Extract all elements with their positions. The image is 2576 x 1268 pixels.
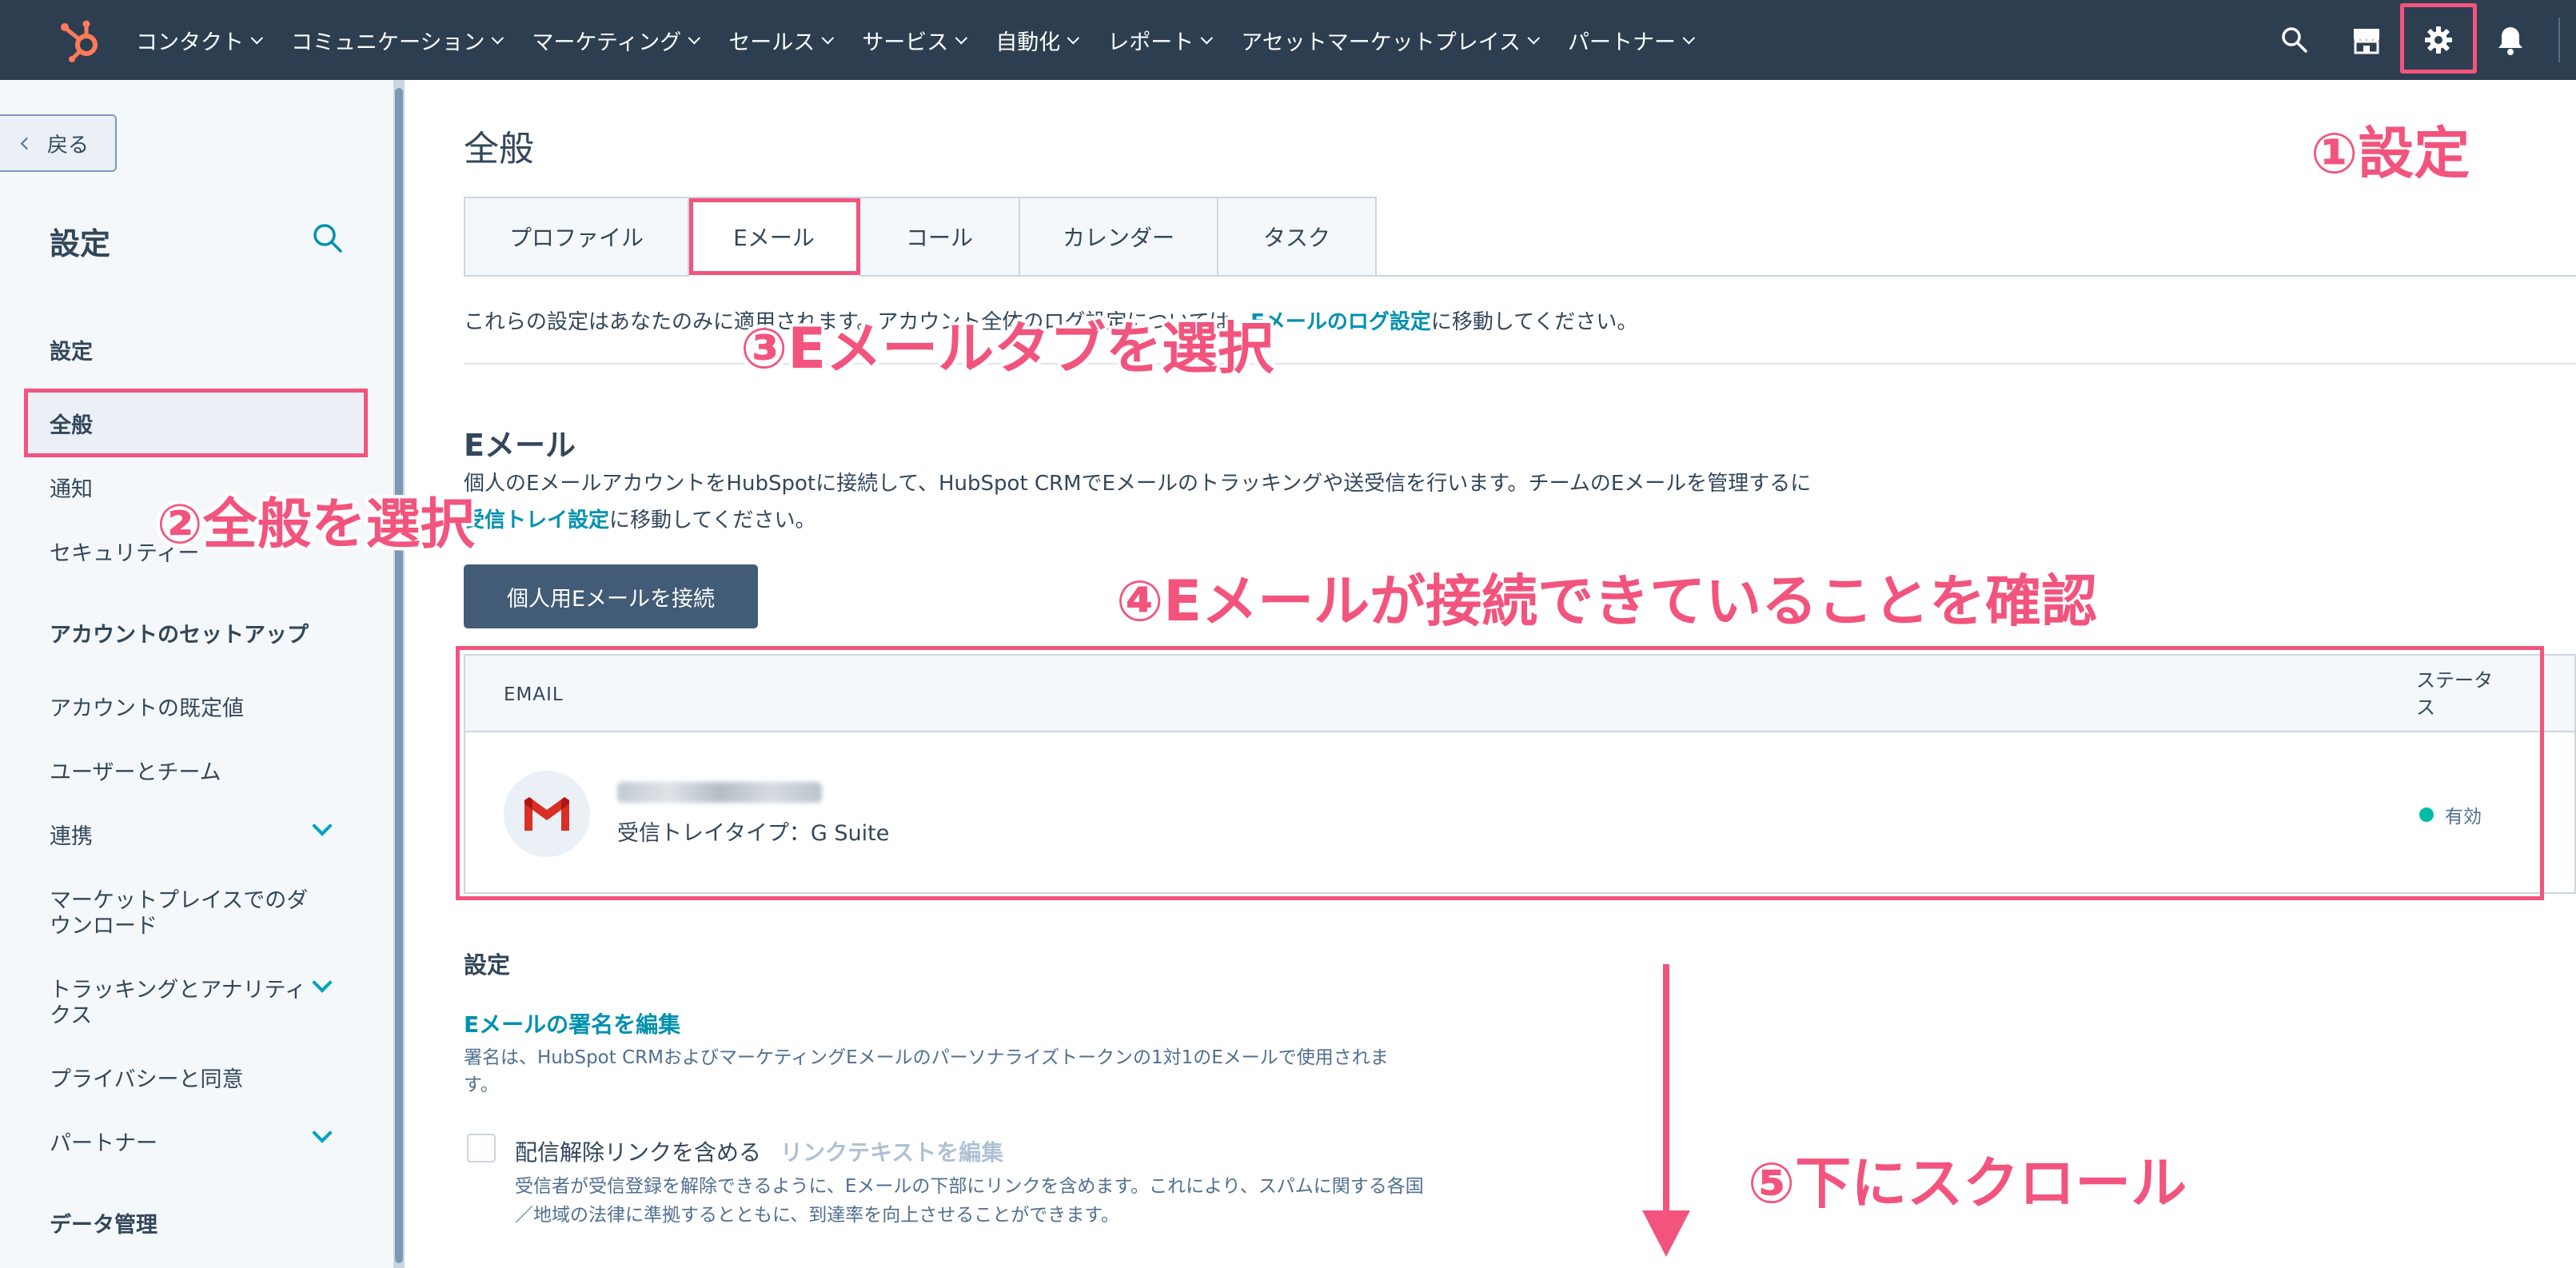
nav-item-marketing[interactable]: マーケティング — [532, 25, 701, 56]
annotation-step2: ②全般を選択 — [157, 493, 475, 556]
nav-item-contacts[interactable]: コンタクト — [136, 25, 264, 56]
nav-item-label: セールス — [728, 30, 815, 55]
tab-profile[interactable]: プロファイル — [464, 197, 689, 277]
nav-item-asset-marketplace[interactable]: アセットマーケットプレイス — [1241, 25, 1541, 56]
chevron-down-icon — [492, 31, 504, 44]
email-table-highlight — [456, 646, 2544, 900]
tab-email-highlight — [689, 198, 860, 275]
sidebar-item-users-teams[interactable]: ユーザーとチーム — [50, 755, 221, 786]
sidebar-item-privacy[interactable]: プライバシーと同意 — [50, 1062, 243, 1093]
search-icon[interactable] — [309, 219, 347, 257]
settings-tabs: プロファイル Eメール コール カレンダー タスク — [464, 197, 1377, 277]
edit-link-text-link[interactable]: リンクテキストを編集 — [780, 1135, 1003, 1167]
sidebar-item-marketplace-downloads-line2[interactable]: ウンロード — [50, 908, 158, 939]
nav-item-service[interactable]: サービス — [862, 25, 968, 56]
edit-signature-link[interactable]: Eメールの署名を編集 — [464, 1007, 680, 1039]
sidebar-item-general[interactable]: 全般 — [50, 408, 93, 439]
top-navigation-bar: コンタクト コミュニケーション マーケティング セールス サービス 自動化 レポ… — [0, 0, 2576, 80]
sidebar-title: 設定 — [50, 226, 111, 261]
arrow-down-icon — [1642, 1210, 1690, 1257]
sidebar-heading-settings: 設定 — [50, 340, 93, 365]
email-log-settings-link[interactable]: Eメールのログ設定 — [1250, 310, 1431, 334]
nav-item-label: マーケティング — [532, 30, 682, 55]
nav-item-label: コンタクト — [136, 30, 244, 55]
scrollbar-thumb[interactable] — [395, 88, 403, 1263]
annotation-step4: ④Eメールが接続できていることを確認 — [1116, 568, 2098, 634]
chevron-down-icon — [1067, 31, 1080, 44]
gear-highlight-box — [2400, 3, 2477, 74]
chevron-left-icon — [20, 137, 34, 150]
nav-item-conversations[interactable]: コミュニケーション — [291, 25, 504, 56]
nav-item-label: レポート — [1107, 30, 1194, 55]
scroll-down-arrow-shaft — [1663, 964, 1669, 1228]
main-menu: コンタクト コミュニケーション マーケティング セールス サービス 自動化 レポ… — [136, 0, 1723, 80]
sidebar-item-integrations[interactable]: 連携 — [50, 819, 93, 850]
chevron-down-icon — [955, 31, 968, 44]
chevron-down-icon — [821, 31, 835, 44]
notice-suffix: に移動してください。 — [1430, 310, 1638, 334]
email-section-title: Eメール — [464, 428, 576, 463]
nav-item-label: コミュニケーション — [291, 30, 485, 55]
sidebar-scrollbar[interactable] — [393, 80, 405, 1268]
tab-calls[interactable]: コール — [860, 197, 1020, 277]
nav-item-automation[interactable]: 自動化 — [995, 25, 1080, 56]
inbox-settings-link[interactable]: 受信トレイ設定 — [464, 508, 609, 532]
include-unsubscribe-checkbox[interactable] — [467, 1134, 496, 1162]
email-section-description: 個人のEメールアカウントをHubSpotに接続して、HubSpot CRMでEメ… — [464, 472, 1812, 496]
annotation-step3: ③Eメールタブを選択 — [740, 316, 1274, 381]
sidebar-heading-data-management: データ管理 — [50, 1213, 158, 1238]
nav-item-partner[interactable]: パートナー — [1567, 25, 1696, 56]
nav-item-reports[interactable]: レポート — [1107, 25, 1214, 56]
search-icon[interactable] — [2275, 21, 2314, 59]
bell-icon[interactable] — [2491, 21, 2530, 59]
back-button[interactable]: 戻る — [0, 114, 117, 172]
signature-description: 署名は、HubSpot CRMおよびマーケティングEメールのパーソナライズトーク… — [464, 1047, 1389, 1095]
tab-calendar[interactable]: カレンダー — [1020, 197, 1218, 277]
sidebar-item-account-defaults[interactable]: アカウントの既定値 — [50, 691, 244, 722]
nav-item-label: パートナー — [1567, 30, 1676, 55]
chevron-down-icon — [250, 31, 264, 44]
nav-item-label: アセットマーケットプレイス — [1241, 30, 1521, 55]
sidebar-item-partner[interactable]: パートナー — [50, 1126, 158, 1157]
annotation-step5: ⑤下にスクロール — [1748, 1150, 2187, 1216]
nav-item-label: サービス — [862, 30, 949, 55]
marketplace-icon[interactable] — [2347, 21, 2386, 59]
unsubscribe-description: 受信者が受信登録を解除できるように、Eメールの下部にリンクを含めます。これにより… — [515, 1176, 1424, 1226]
page-title: 全般 — [464, 129, 534, 169]
hubspot-logo-icon[interactable] — [58, 18, 106, 62]
include-unsubscribe-label[interactable]: 配信解除リンクを含める — [515, 1135, 761, 1167]
chevron-down-icon — [1682, 31, 1696, 44]
nav-item-label: 自動化 — [995, 30, 1061, 55]
tab-tasks[interactable]: タスク — [1218, 197, 1377, 277]
nav-divider — [2558, 18, 2560, 62]
sidebar-item-tracking-line2[interactable]: クス — [50, 998, 92, 1029]
chevron-down-icon — [688, 31, 701, 44]
email-section-description-line2: 受信トレイ設定に移動してください。 — [464, 504, 815, 533]
sidebar-item-notifications[interactable]: 通知 — [50, 472, 93, 503]
annotation-step1: ①設定 — [2311, 121, 2470, 186]
settings-section-title: 設定 — [464, 951, 511, 979]
sidebar-heading-account-setup: アカウントのセットアップ — [50, 623, 309, 648]
description-suffix: に移動してください。 — [609, 508, 816, 532]
tab-baseline — [1377, 275, 2576, 277]
chevron-down-icon — [1527, 31, 1541, 44]
connect-personal-email-button[interactable]: 個人用Eメールを接続 — [464, 564, 758, 628]
chevron-down-icon — [1200, 31, 1214, 44]
nav-item-sales[interactable]: セールス — [728, 25, 835, 56]
back-button-label: 戻る — [47, 133, 90, 158]
